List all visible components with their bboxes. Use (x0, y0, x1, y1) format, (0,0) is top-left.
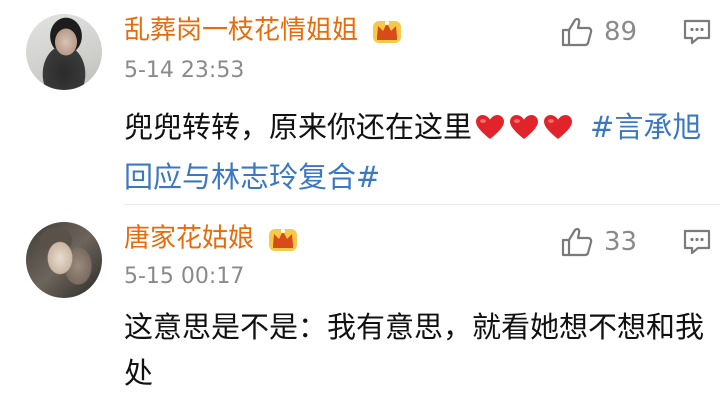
like-button[interactable]: 89 (560, 12, 637, 52)
like-count: 33 (604, 227, 638, 257)
comment-bubble-icon (683, 229, 711, 255)
comment-item: 乱葬岗一枝花情姐姐 5-14 23:53 89 兜兜转转，原来你还在这里 #言承… (0, 0, 720, 204)
username[interactable]: 乱葬岗一枝花情姐姐 (124, 14, 402, 47)
user-avatar[interactable] (26, 222, 102, 298)
comment-bubble-icon (683, 19, 711, 45)
comment-body: 兜兜转转，原来你还在这里 #言承旭回应与林志玲复合# (124, 104, 704, 200)
comment-body: 这意思是不是：我有意思，就看她想不想和我处 (124, 304, 704, 396)
thumbs-up-icon (560, 226, 594, 258)
reply-button[interactable] (682, 228, 716, 260)
comment-text: 兜兜转转，原来你还在这里 (124, 110, 473, 144)
heart-icon (476, 115, 505, 139)
comment-text: 这意思是不是：我有意思，就看她想不想和我处 (124, 310, 705, 390)
timestamp: 5-14 23:53 (124, 58, 245, 83)
username-text[interactable]: 唐家花姑娘 (124, 224, 254, 254)
username[interactable]: 唐家花姑娘 (124, 222, 298, 255)
timestamp: 5-15 00:17 (124, 264, 245, 289)
heart-icon (510, 115, 539, 139)
reply-button[interactable] (682, 18, 716, 50)
thumbs-up-icon (560, 16, 594, 48)
comment-actions: 89 (540, 12, 720, 52)
username-text[interactable]: 乱葬岗一枝花情姐姐 (124, 16, 358, 46)
heart-icon (544, 115, 573, 139)
crown-vip-icon (268, 225, 298, 253)
heart-emoji-group (474, 108, 576, 154)
user-avatar[interactable] (26, 14, 102, 90)
crown-vip-icon (372, 17, 402, 45)
like-button[interactable]: 33 (560, 222, 637, 262)
like-count: 89 (604, 17, 638, 47)
comment-actions: 33 (540, 222, 720, 262)
